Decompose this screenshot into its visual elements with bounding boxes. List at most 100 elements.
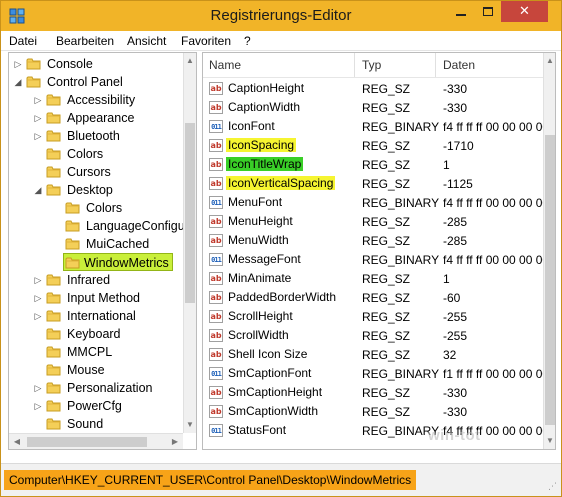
scroll-left-arrow-icon[interactable]: ◀	[11, 436, 23, 448]
tree-item[interactable]: Colors	[9, 199, 184, 217]
menu-ansicht[interactable]: Ansicht	[127, 34, 166, 48]
maximize-button[interactable]	[474, 1, 501, 22]
value-type: REG_SZ	[362, 405, 411, 419]
list-row[interactable]: 011 SmCaptionFont REG_BINARY f1 ff ff ff 00…	[203, 364, 543, 383]
value-data: 1	[443, 272, 450, 286]
tree-item[interactable]: Cursors	[9, 163, 184, 181]
collapse-arrow-icon[interactable]: ◢	[13, 77, 23, 87]
menu-bearbeiten[interactable]: Bearbeiten	[56, 34, 114, 48]
tree-item[interactable]: ▷ PowerCfg	[9, 397, 184, 415]
value-data: -330	[443, 405, 468, 419]
tree-item-label: Colors	[67, 147, 104, 161]
tree-item[interactable]: ◢ Desktop	[9, 181, 184, 199]
tree-item[interactable]: ▷ Console	[9, 55, 184, 73]
binary-value-icon: 011	[209, 424, 223, 437]
list-row[interactable]: 011 IconFont REG_BINARY f4 ff ff ff 00 00 0…	[203, 117, 543, 136]
expand-arrow-icon[interactable]: ▷	[13, 59, 23, 69]
list-row[interactable]: ab IconSpacing REG_SZ -1710	[203, 136, 543, 155]
list-row[interactable]: ab Shell Icon Size REG_SZ 32	[203, 345, 543, 364]
close-button[interactable]: ✕	[501, 1, 548, 22]
value-type: REG_SZ	[362, 177, 411, 191]
scroll-right-arrow-icon[interactable]: ▶	[169, 436, 181, 448]
binary-value-icon: 011	[209, 253, 223, 266]
list-row[interactable]: ab SmCaptionWidth REG_SZ -330	[203, 402, 543, 421]
registry-editor-window: Registrierungs-Editor ✕ Datei Bearbeiten…	[0, 0, 562, 497]
list-vertical-scroll-thumb[interactable]	[545, 135, 555, 425]
list-row[interactable]: ab MenuHeight REG_SZ -285	[203, 212, 543, 231]
tree-item-label: PowerCfg	[67, 399, 122, 413]
scroll-down-arrow-icon[interactable]: ▼	[184, 419, 196, 431]
value-name: MenuHeight	[228, 214, 293, 228]
list-row[interactable]: 011 StatusFont REG_BINARY f4 ff ff ff 00 00…	[203, 421, 543, 440]
tree-item[interactable]: MMCPL	[9, 343, 184, 361]
string-value-icon: ab	[209, 386, 223, 399]
list-row[interactable]: ab MenuWidth REG_SZ -285	[203, 231, 543, 250]
value-type: REG_BINARY	[362, 253, 440, 267]
scroll-up-arrow-icon[interactable]: ▲	[184, 55, 196, 67]
minimize-button[interactable]	[447, 1, 474, 22]
list-row[interactable]: ab ScrollHeight REG_SZ -255	[203, 307, 543, 326]
list-row[interactable]: ab CaptionWidth REG_SZ -330	[203, 98, 543, 117]
tree-item[interactable]: ▷ Appearance	[9, 109, 184, 127]
tree-item[interactable]: ▷ Bluetooth	[9, 127, 184, 145]
tree-item[interactable]: Keyboard	[9, 325, 184, 343]
tree-item-label: Sound	[67, 417, 104, 431]
column-header-data[interactable]: Daten	[437, 53, 543, 77]
list-row[interactable]: 011 MenuFont REG_BINARY f4 ff ff ff 00 00 0…	[203, 193, 543, 212]
menu-help[interactable]: ?	[244, 34, 251, 48]
list-row[interactable]: ab SmCaptionHeight REG_SZ -330	[203, 383, 543, 402]
scroll-down-arrow-icon[interactable]: ▼	[544, 435, 555, 447]
tree-item[interactable]: Sound	[9, 415, 184, 433]
title-bar[interactable]: Registrierungs-Editor ✕	[1, 1, 561, 31]
tree-item-label: Colors	[86, 201, 123, 215]
tree-horizontal-scrollbar[interactable]: ◀ ▶	[9, 433, 183, 449]
list-row[interactable]: ab IconTitleWrap REG_SZ 1	[203, 155, 543, 174]
list-row[interactable]: ab MinAnimate REG_SZ 1	[203, 269, 543, 288]
collapse-arrow-icon[interactable]: ◢	[33, 185, 43, 195]
tree-item[interactable]: ▷ International	[9, 307, 184, 325]
value-name: ScrollHeight	[228, 309, 293, 323]
menu-datei[interactable]: Datei	[9, 34, 37, 48]
value-data: f4 ff ff ff 00 00 00 00	[443, 120, 543, 134]
tree-item[interactable]: ▷ Personalization	[9, 379, 184, 397]
scroll-up-arrow-icon[interactable]: ▲	[544, 55, 555, 67]
key-tree-pane[interactable]: ▷ Console ◢ Control Panel ▷ Accessibility ▷ App…	[8, 52, 197, 450]
tree-item[interactable]: Mouse	[9, 361, 184, 379]
tree-item-label: LanguageConfigu	[86, 219, 185, 233]
value-name: IconTitleWrap	[226, 157, 304, 171]
value-data: 32	[443, 348, 457, 362]
tree-item[interactable]: MuiCached	[9, 235, 184, 253]
list-row[interactable]: ab PaddedBorderWidth REG_SZ -60	[203, 288, 543, 307]
list-vertical-scrollbar[interactable]: ▲ ▼	[543, 53, 555, 449]
tree-item[interactable]: ◢ Control Panel	[9, 73, 184, 91]
tree-horizontal-scroll-thumb[interactable]	[27, 437, 147, 447]
expand-arrow-icon[interactable]: ▷	[33, 95, 43, 105]
list-row[interactable]: ab IconVerticalSpacing REG_SZ -1125	[203, 174, 543, 193]
tree-item-selected[interactable]: WindowMetrics	[63, 253, 173, 271]
list-row[interactable]: 011 MessageFont REG_BINARY f4 ff ff ff 00 0…	[203, 250, 543, 269]
tree-vertical-scroll-thumb[interactable]	[185, 123, 195, 303]
expand-arrow-icon[interactable]: ▷	[33, 275, 43, 285]
expand-arrow-icon[interactable]: ▷	[33, 311, 43, 321]
tree-item[interactable]: ▷ Infrared	[9, 271, 184, 289]
tree-item[interactable]: LanguageConfigu	[9, 217, 185, 235]
value-data: -330	[443, 82, 468, 96]
column-header-type[interactable]: Typ	[356, 53, 436, 77]
expand-arrow-icon[interactable]: ▷	[33, 293, 43, 303]
menu-favoriten[interactable]: Favoriten	[181, 34, 231, 48]
list-row[interactable]: ab CaptionHeight REG_SZ -330	[203, 79, 543, 98]
tree-item[interactable]: ▷ Input Method	[9, 289, 184, 307]
resize-grip-icon[interactable]: ⋰	[548, 481, 557, 492]
tree-item[interactable]: ▷ Accessibility	[9, 91, 184, 109]
expand-arrow-icon[interactable]: ▷	[33, 383, 43, 393]
tree-item-label: Desktop	[67, 183, 113, 197]
column-header-name[interactable]: Name	[203, 53, 355, 77]
tree-item[interactable]: Colors	[9, 145, 184, 163]
values-list-pane[interactable]: Name Typ Daten ab CaptionHeight REG_SZ -330…	[202, 52, 556, 450]
expand-arrow-icon[interactable]: ▷	[33, 401, 43, 411]
list-row[interactable]: ab ScrollWidth REG_SZ -255	[203, 326, 543, 345]
value-type: REG_SZ	[362, 82, 411, 96]
expand-arrow-icon[interactable]: ▷	[33, 131, 43, 141]
expand-arrow-icon[interactable]: ▷	[33, 113, 43, 123]
tree-vertical-scrollbar[interactable]: ▲ ▼	[183, 53, 196, 433]
